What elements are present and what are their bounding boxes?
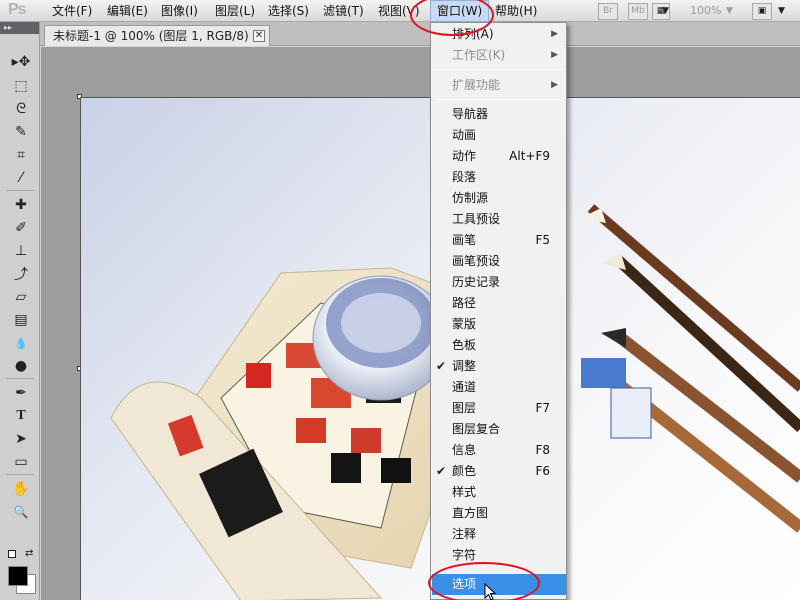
checkmark-icon: ✔ xyxy=(436,464,447,478)
window-menu-dropdown: 排列(A) ▶ 工作区(K) ▶ 扩展功能 ▶ 导航器 动画 动作 Alt+F9… xyxy=(430,22,567,600)
hand-tool-icon[interactable]: ✋ xyxy=(11,480,31,498)
tools-panel-header[interactable]: ▸▸ xyxy=(0,22,39,34)
clone-stamp-tool-icon[interactable]: ⊥ xyxy=(11,242,31,260)
chevron-down-icon[interactable]: ▼ xyxy=(778,0,785,22)
submenu-arrow-icon: ▶ xyxy=(551,50,558,60)
menu-separator xyxy=(435,99,563,100)
history-brush-tool-icon[interactable]: ⤴ xyxy=(11,265,31,283)
blur-tool-icon[interactable]: 💧 xyxy=(11,334,31,352)
menu-image[interactable]: 图像(I) xyxy=(161,0,198,22)
menu-item-channels[interactable]: 通道 xyxy=(432,377,566,398)
menu-item-adjustments[interactable]: ✔ 调整 xyxy=(432,356,566,377)
checkmark-icon: ✔ xyxy=(436,359,447,373)
brush-tool-icon[interactable]: ✐ xyxy=(11,219,31,237)
tools-panel: ▸▸ ▸✥ ⬚ ᘓ ✎ ⌗ ⁄ ✚ ✐ ⊥ ⤴ ▱ ▤ 💧 ● ✒ T ➤ ▭ … xyxy=(0,22,40,600)
menu-item-actions[interactable]: 动作 Alt+F9 xyxy=(432,146,566,167)
chevron-down-icon[interactable]: ▼ xyxy=(662,0,669,22)
healing-brush-tool-icon[interactable]: ✚ xyxy=(11,196,31,214)
menu-item-swatches[interactable]: 色板 xyxy=(432,335,566,356)
menu-item-color[interactable]: ✔ 颜色 F6 xyxy=(432,461,566,482)
zoom-level[interactable]: 100% xyxy=(690,0,721,22)
zoom-tool-icon[interactable]: 🔍 xyxy=(11,503,31,521)
document-tab[interactable]: 未标题-1 @ 100% (图层 1, RGB/8) * ✕ xyxy=(44,25,270,46)
tools-divider xyxy=(6,474,34,475)
menu-edit[interactable]: 编辑(E) xyxy=(107,0,148,22)
default-colors-icon[interactable] xyxy=(8,550,16,558)
document-tab-title: 未标题-1 @ 100% (图层 1, RGB/8) * xyxy=(53,29,259,43)
mouse-cursor-icon xyxy=(484,583,497,600)
path-selection-tool-icon[interactable]: ➤ xyxy=(11,430,31,448)
menu-shortcut: F5 xyxy=(535,233,550,247)
menu-item-masks[interactable]: 蒙版 xyxy=(432,314,566,335)
eyedropper-tool-icon[interactable]: ⁄ xyxy=(11,169,31,187)
menu-item-animation[interactable]: 动画 xyxy=(432,125,566,146)
close-icon[interactable]: ✕ xyxy=(253,30,265,42)
pen-tool-icon[interactable]: ✒ xyxy=(11,384,31,402)
chevron-down-icon[interactable]: ▼ xyxy=(726,0,733,22)
submenu-arrow-icon: ▶ xyxy=(551,29,558,39)
menu-item-info[interactable]: 信息 F8 xyxy=(432,440,566,461)
menu-select[interactable]: 选择(S) xyxy=(268,0,309,22)
menu-item-styles[interactable]: 样式 xyxy=(432,482,566,503)
tools-divider xyxy=(6,378,34,379)
menu-item-layers[interactable]: 图层 F7 xyxy=(432,398,566,419)
menu-item-paragraph[interactable]: 段落 xyxy=(432,167,566,188)
menu-item-brush-presets[interactable]: 画笔预设 xyxy=(432,251,566,272)
menu-help[interactable]: 帮助(H) xyxy=(495,0,537,22)
collapse-icon[interactable]: ▸▸ xyxy=(4,23,12,33)
swap-colors-icon[interactable]: ⇄ xyxy=(25,548,33,559)
tools-divider xyxy=(6,190,34,191)
gradient-tool-icon[interactable]: ▤ xyxy=(11,311,31,329)
minibridge-button[interactable]: Mb xyxy=(628,3,648,20)
menu-item-tool-presets[interactable]: 工具预设 xyxy=(432,209,566,230)
menu-item-brush[interactable]: 画笔 F5 xyxy=(432,230,566,251)
crop-tool-icon[interactable]: ⌗ xyxy=(11,146,31,164)
menu-item-histogram[interactable]: 直方图 xyxy=(432,503,566,524)
eraser-tool-icon[interactable]: ▱ xyxy=(11,288,31,306)
quick-selection-tool-icon[interactable]: ✎ xyxy=(11,123,31,141)
arrange-documents-icon[interactable]: ▣ xyxy=(752,3,772,20)
submenu-arrow-icon: ▶ xyxy=(551,80,558,90)
menu-shortcut: F7 xyxy=(535,401,550,415)
photoshop-logo: Ps xyxy=(8,1,27,18)
menu-item-paths[interactable]: 路径 xyxy=(432,293,566,314)
lasso-tool-icon[interactable]: ᘓ xyxy=(11,100,31,118)
menu-item-history[interactable]: 历史记录 xyxy=(432,272,566,293)
menu-item-notes[interactable]: 注释 xyxy=(432,524,566,545)
menu-filter[interactable]: 滤镜(T) xyxy=(323,0,364,22)
foreground-color-swatch[interactable] xyxy=(8,566,28,586)
type-tool-icon[interactable]: T xyxy=(11,407,31,425)
menu-item-extensions[interactable]: 扩展功能 ▶ xyxy=(432,75,566,96)
menu-item-navigator[interactable]: 导航器 xyxy=(432,104,566,125)
menu-shortcut: F8 xyxy=(535,443,550,457)
bridge-button[interactable]: Br xyxy=(598,3,618,20)
marquee-tool-icon[interactable]: ⬚ xyxy=(11,77,31,95)
menu-shortcut: F6 xyxy=(535,464,550,478)
shape-tool-icon[interactable]: ▭ xyxy=(11,453,31,471)
menu-separator xyxy=(435,69,563,70)
menu-item-workspace[interactable]: 工作区(K) ▶ xyxy=(432,45,566,66)
menu-item-layer-comps[interactable]: 图层复合 xyxy=(432,419,566,440)
move-tool-icon[interactable]: ▸✥ xyxy=(11,53,31,71)
menu-item-clone-source[interactable]: 仿制源 xyxy=(432,188,566,209)
dodge-tool-icon[interactable]: ● xyxy=(11,357,31,375)
menu-shortcut: Alt+F9 xyxy=(509,149,550,163)
menu-file[interactable]: 文件(F) xyxy=(52,0,92,22)
menu-layer[interactable]: 图层(L) xyxy=(215,0,255,22)
menu-bar: Ps 文件(F) 编辑(E) 图像(I) 图层(L) 选择(S) 滤镜(T) 视… xyxy=(0,0,800,22)
document-workspace[interactable] xyxy=(41,47,800,600)
